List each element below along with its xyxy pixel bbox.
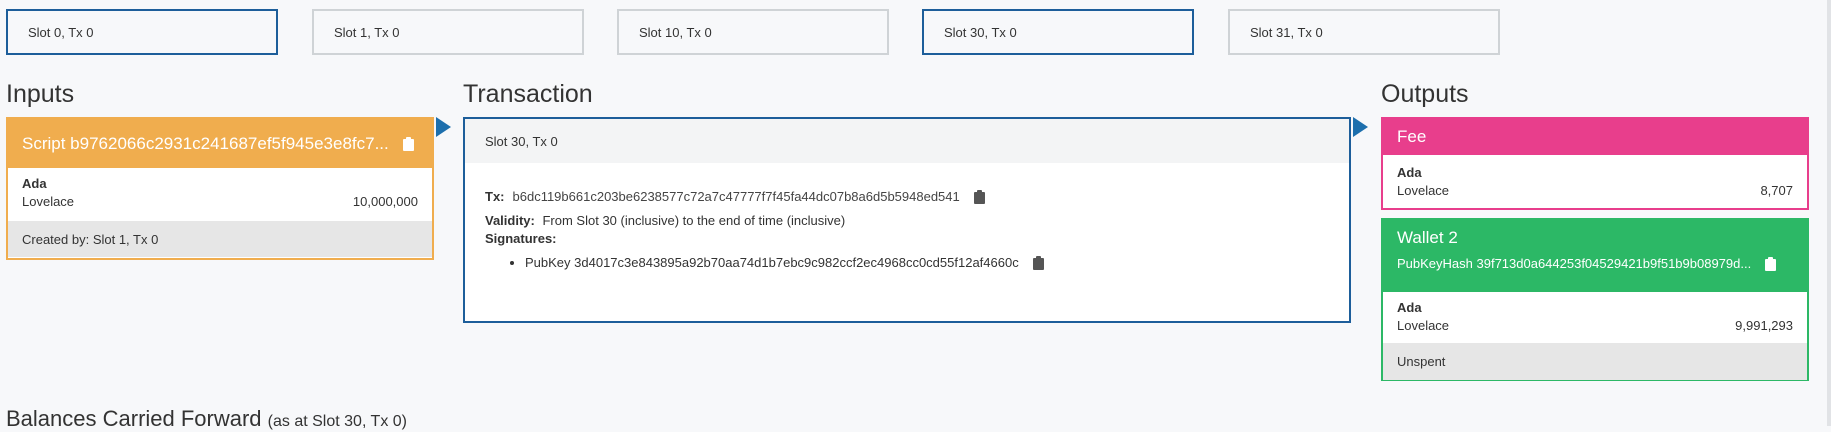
fee-amount: 8,707: [1760, 183, 1793, 198]
wallet-pubkeyhash: PubKeyHash 39f713d0a644253f04529421b9f51…: [1397, 256, 1752, 271]
tx-chip-slot0[interactable]: Slot 0, Tx 0: [6, 9, 278, 55]
input-created-by: Created by: Slot 1, Tx 0: [8, 221, 432, 257]
tx-label: Tx:: [485, 189, 505, 204]
outputs-title: Outputs: [1381, 80, 1469, 108]
balances-subtitle: (as at Slot 30, Tx 0): [267, 413, 407, 430]
input-created-by-text: Created by: Slot 1, Tx 0: [22, 231, 159, 247]
signature-pubkey: PubKey 3d4017c3e843895a92b70aa74d1b7ebc9…: [525, 255, 1019, 270]
fee-ada-block: Ada Lovelace 8,707: [1383, 155, 1807, 206]
fee-title: Fee: [1397, 127, 1427, 146]
wallet-status-text: Unspent: [1397, 354, 1446, 369]
wallet-status: Unspent: [1383, 343, 1807, 380]
wallet-pubkeyhash-row: PubKeyHash 39f713d0a644253f04529421b9f51…: [1397, 256, 1793, 271]
wallet-title: Wallet 2: [1397, 228, 1458, 247]
balances-title: Balances Carried Forward: [6, 406, 262, 431]
tx-chip-slot10[interactable]: Slot 10, Tx 0: [617, 9, 889, 55]
arrow-right-icon: [1353, 117, 1368, 137]
input-card: Script b9762066c2931c241687ef5f945e3e8fc…: [6, 117, 434, 260]
scrollbar-track[interactable]: [1827, 0, 1831, 426]
signatures-label: Signatures:: [485, 231, 557, 246]
transaction-header-label: Slot 30, Tx 0: [485, 133, 558, 149]
wallet-header: Wallet 2 PubKeyHash 39f713d0a644253f0452…: [1383, 220, 1807, 292]
transaction-header: Slot 30, Tx 0: [465, 119, 1349, 163]
validity-row: Validity: From Slot 30 (inclusive) to th…: [485, 213, 1329, 228]
tx-hash: b6dc119b661c203be6238577c72a7c47777f7f45…: [512, 189, 960, 204]
fee-ada-label: Ada: [1397, 165, 1422, 180]
fee-output-card: Fee Ada Lovelace 8,707: [1381, 117, 1809, 210]
wallet-ada-label: Ada: [1397, 300, 1422, 315]
fee-header: Fee: [1383, 119, 1807, 155]
input-amount: 10,000,000: [352, 194, 418, 209]
signatures-list: PubKey 3d4017c3e843895a92b70aa74d1b7ebc9…: [485, 255, 1329, 270]
input-script-address: Script b9762066c2931c241687ef5f945e3e8fc…: [22, 133, 389, 153]
signature-item: PubKey 3d4017c3e843895a92b70aa74d1b7ebc9…: [525, 255, 1329, 270]
tx-hash-row: Tx: b6dc119b661c203be6238577c72a7c47777f…: [485, 189, 1329, 204]
wallet-amount: 9,991,293: [1735, 318, 1793, 333]
tx-chip-slot30[interactable]: Slot 30, Tx 0: [922, 9, 1194, 55]
validity-label: Validity:: [485, 213, 535, 228]
clipboard-icon[interactable]: [973, 189, 985, 204]
clipboard-icon[interactable]: [1765, 256, 1777, 271]
tx-chip-slot31[interactable]: Slot 31, Tx 0: [1228, 9, 1500, 55]
input-currency: Lovelace: [22, 194, 75, 209]
clipboard-icon[interactable]: [1032, 255, 1044, 270]
tx-chip-slot1[interactable]: Slot 1, Tx 0: [312, 9, 584, 55]
wallet-currency: Lovelace: [1397, 318, 1450, 333]
validity-value: From Slot 30 (inclusive) to the end of t…: [542, 213, 846, 228]
transaction-body: Tx: b6dc119b661c203be6238577c72a7c47777f…: [465, 163, 1349, 270]
transaction-title: Transaction: [463, 80, 593, 108]
transaction-card: Slot 30, Tx 0 Tx: b6dc119b661c203be62385…: [463, 117, 1351, 323]
wallet-output-card: Wallet 2 PubKeyHash 39f713d0a644253f0452…: [1381, 218, 1809, 381]
arrow-right-icon: [436, 117, 451, 137]
input-card-header: Script b9762066c2931c241687ef5f945e3e8fc…: [8, 119, 432, 168]
signatures-row: Signatures:: [485, 231, 1329, 246]
input-ada-label: Ada: [22, 176, 47, 191]
wallet-ada-block: Ada Lovelace 9,991,293: [1383, 292, 1807, 341]
fee-currency: Lovelace: [1397, 183, 1450, 198]
inputs-title: Inputs: [6, 80, 75, 108]
balances-heading: Balances Carried Forward (as at Slot 30,…: [6, 406, 407, 432]
clipboard-icon[interactable]: [402, 136, 414, 151]
input-ada-block: Ada Lovelace 10,000,000: [8, 168, 432, 217]
